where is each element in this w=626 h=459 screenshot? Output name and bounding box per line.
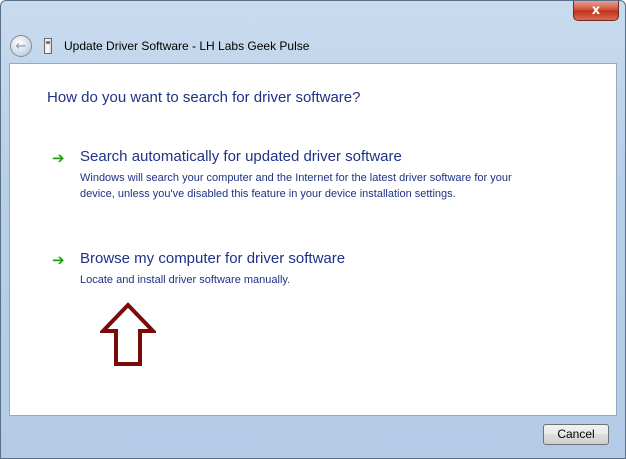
content-panel: How do you want to search for driver sof… — [9, 63, 617, 416]
green-arrow-icon: ➔ — [52, 251, 65, 269]
dialog-footer: Cancel — [1, 416, 625, 458]
window-title: Update Driver Software - LH Labs Geek Pu… — [64, 39, 310, 53]
back-button[interactable]: ← — [10, 35, 32, 57]
back-arrow-icon: ← — [15, 38, 27, 54]
page-heading: How do you want to search for driver sof… — [47, 89, 361, 106]
option-title[interactable]: Browse my computer for driver software — [80, 250, 345, 267]
green-arrow-icon: ➔ — [52, 149, 65, 167]
navigation-bar: ← Update Driver Software - LH Labs Geek … — [1, 31, 625, 61]
close-button[interactable]: x — [573, 1, 619, 21]
usb-device-icon — [44, 38, 52, 54]
dialog-window: x ← Update Driver Software - LH Labs Gee… — [0, 0, 626, 459]
option-description: Locate and install driver software manua… — [80, 274, 291, 286]
close-icon: x — [591, 3, 601, 18]
option-title[interactable]: Search automatically for updated driver … — [80, 148, 402, 165]
title-bar: x — [1, 1, 625, 31]
up-arrow-outline-icon — [100, 302, 156, 366]
option-description: Windows will search your computer and th… — [80, 172, 512, 200]
cancel-button[interactable]: Cancel — [543, 424, 609, 445]
